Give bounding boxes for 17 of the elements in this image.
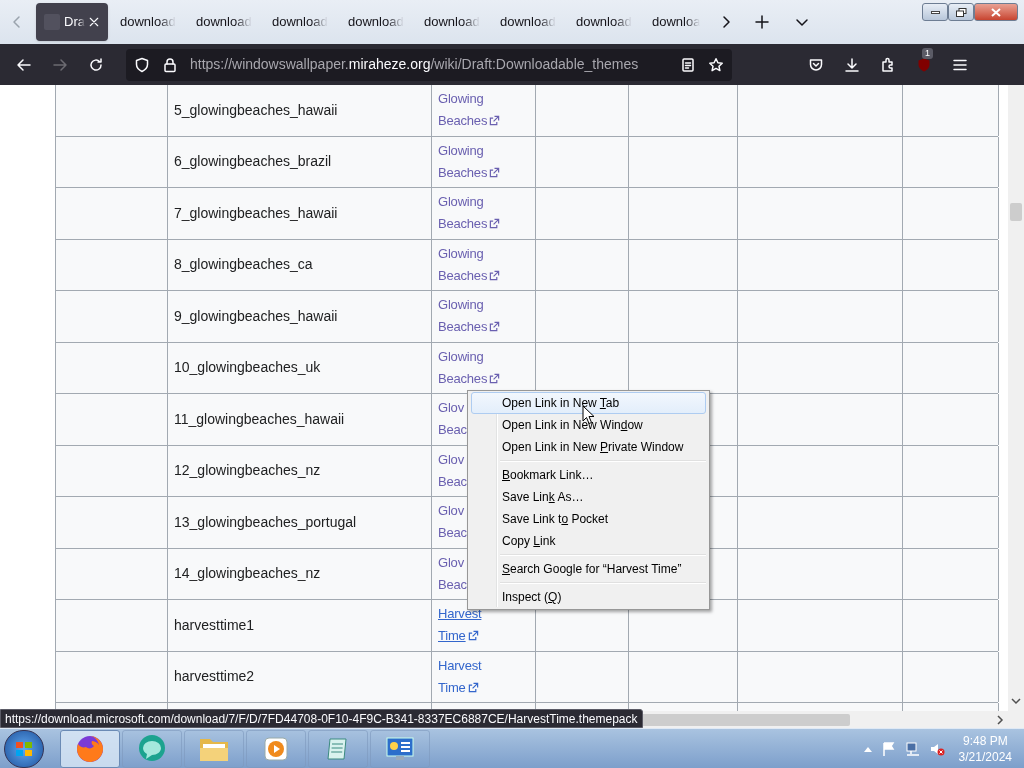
table-cell-text: 11_glowingbeaches_hawaii bbox=[174, 409, 345, 429]
table-cell-text: 7_glowingbeaches_hawaii bbox=[174, 203, 338, 223]
table-cell-text: 13_glowingbeaches_portugal bbox=[174, 512, 357, 532]
clock-time: 9:48 PM bbox=[962, 732, 1008, 749]
table-cell-text: 12_glowingbeaches_nz bbox=[174, 461, 321, 481]
table-cell-text: 10_glowingbeaches_uk bbox=[174, 358, 321, 378]
table-cell-text: harvesttime2 bbox=[174, 667, 255, 687]
table-cell-text: 8_glowingbeaches_ca bbox=[174, 255, 313, 275]
link-url-tooltip: https://download.microsoft.com/download/7/F/D/7FD44708-0F10-4F9C-B341-8337EC6887CE/HarvestTime.themepack bbox=[0, 709, 643, 728]
clock-date: 3/21/2024 bbox=[958, 748, 1012, 765]
table-cell-text: harvesttime1 bbox=[174, 615, 255, 635]
table-cell-text: 5_glowingbeaches_hawaii bbox=[174, 100, 338, 120]
table-cell-text: 6_glowingbeaches_brazil bbox=[174, 152, 332, 172]
table-cell-text: 9_glowingbeaches_hawaii bbox=[174, 306, 338, 326]
notification-badge: 1 bbox=[922, 47, 933, 59]
url-text: https://windowswallpaper.miraheze.org/wiki/Draft:Downloadable_themes bbox=[190, 55, 639, 74]
table-cell-text: 14_glowingbeaches_nz bbox=[174, 564, 321, 584]
